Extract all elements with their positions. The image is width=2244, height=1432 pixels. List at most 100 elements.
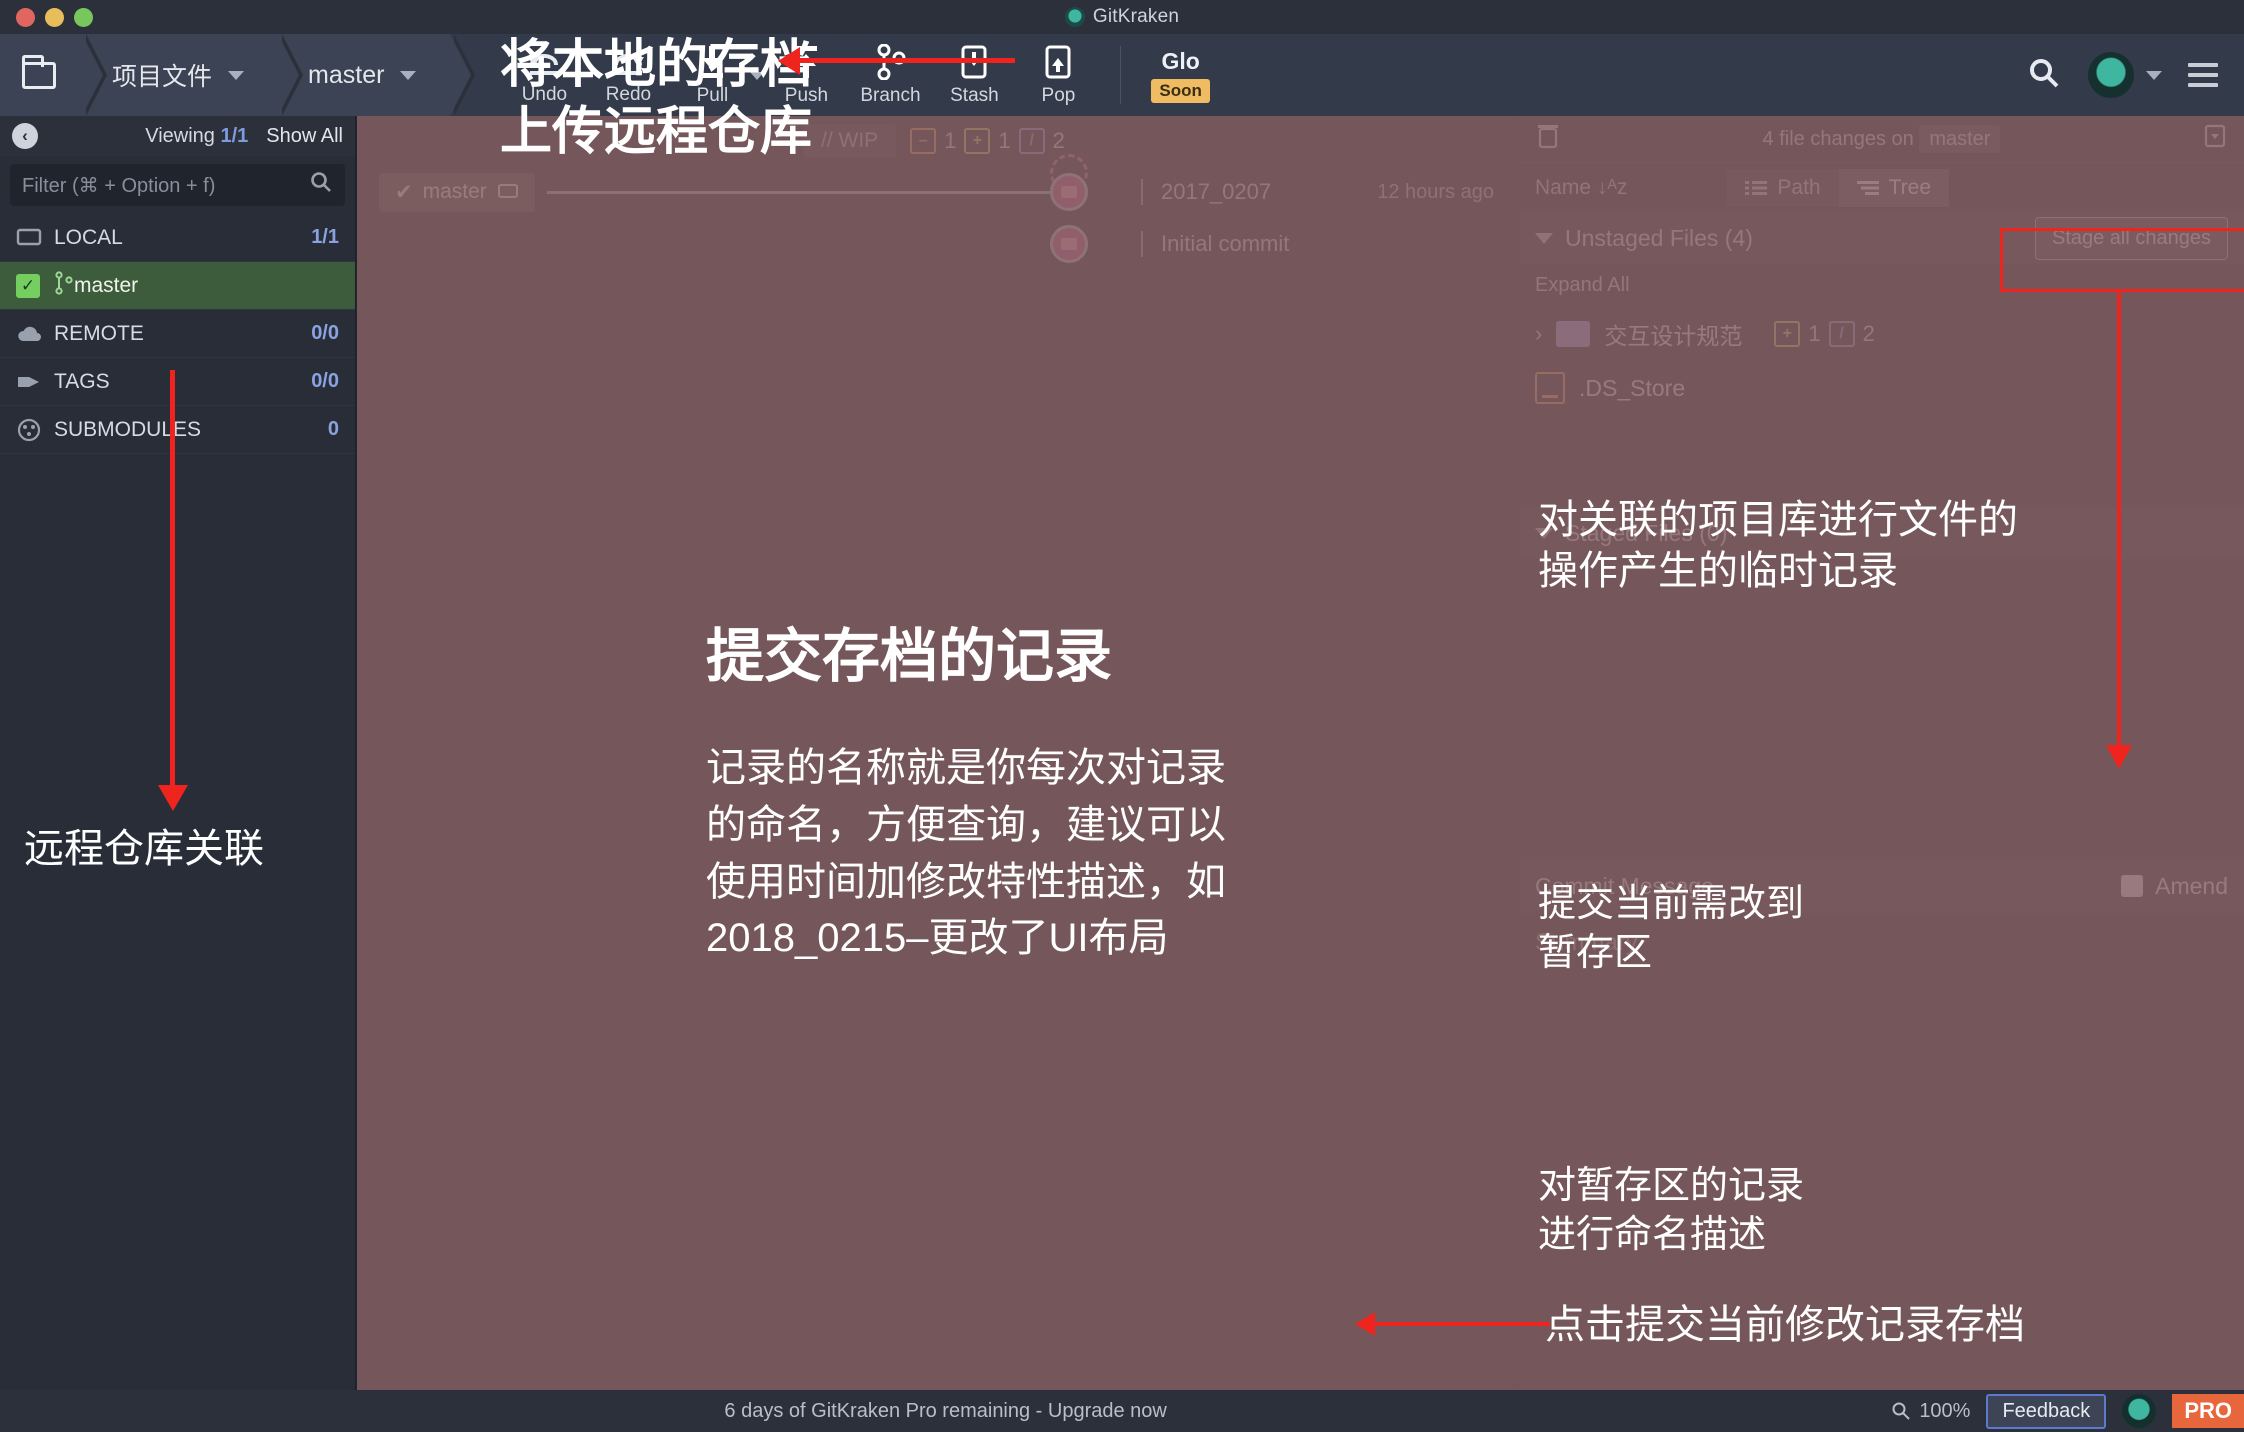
breadcrumb: 项目文件 master xyxy=(0,34,476,116)
sidebar-item-count: 0/0 xyxy=(311,370,339,392)
branch-button[interactable]: Branch xyxy=(848,34,932,116)
search-icon[interactable] xyxy=(2026,55,2062,96)
graph-connector xyxy=(547,190,1057,194)
sidebar-header: ‹ Viewing 1/1 Show All xyxy=(0,116,355,156)
repo-name-dropdown[interactable]: 项目文件 xyxy=(82,34,304,116)
repo-folder-button[interactable] xyxy=(0,34,107,116)
filter-input[interactable]: Filter (⌘ + Option + f) xyxy=(10,164,345,206)
renamed-icon: / xyxy=(1828,321,1855,347)
file-changes-branch: master xyxy=(1919,124,2001,153)
annotation-staged-note: 提交当前需改到 暂存区 xyxy=(1538,883,1805,974)
commit-row[interactable]: Initial commit xyxy=(357,218,1518,270)
file-icon xyxy=(1535,372,1565,404)
zoom-level: 100% xyxy=(1919,1399,1971,1422)
viewing-count: 1/1 xyxy=(220,124,249,147)
right-panel-header: 4 file changes on master xyxy=(1519,116,2244,162)
sidebar-item-tags[interactable]: TAGS 0/0 xyxy=(0,358,355,406)
gitkraken-window: GitKraken 项目文件 master Undo Redo Pull Pus… xyxy=(0,0,2244,1432)
file-name: .DS_Store xyxy=(1579,374,1686,401)
unstaged-files-list: Expand All › 交互设计规范 + 1 / 2 .DS_Store xyxy=(1519,264,2244,507)
monitor-icon xyxy=(497,184,518,198)
view-mode-toggle[interactable]: Path Tree xyxy=(1727,168,1949,207)
repo-name-label: 项目文件 xyxy=(112,63,213,91)
commit-node-icon xyxy=(1050,225,1088,263)
collapse-sidebar-button[interactable]: ‹ xyxy=(12,123,38,149)
wip-change-badges: – 1 + 1 / 2 xyxy=(910,128,1065,154)
file-name: 交互设计规范 xyxy=(1604,323,1743,349)
annotation-arrow-head xyxy=(158,785,188,811)
sidebar-item-count: 0/0 xyxy=(311,322,339,344)
sort-desc-icon: ↓ᴬz xyxy=(1596,175,1628,199)
amend-checkbox[interactable]: Amend xyxy=(2121,873,2228,900)
wip-label: // WIP xyxy=(803,124,897,158)
chevron-down-icon xyxy=(2146,70,2162,80)
tree-label: Tree xyxy=(1888,175,1931,199)
glo-button[interactable]: Glo Soon xyxy=(1151,48,1210,103)
sidebar-item-label: SUBMODULES xyxy=(54,417,202,441)
wip-modified-count: 1 xyxy=(944,128,957,153)
annotation-commit-message-note: 对暂存区的记录 进行命名描述 xyxy=(1538,1165,1805,1256)
viewing-label: Viewing xyxy=(145,124,215,147)
sidebar-item-master-branch[interactable]: ✓ master xyxy=(0,262,355,310)
annotation-remote-repo: 远程仓库关联 xyxy=(24,827,264,871)
commit-row[interactable]: ✔ master 2017_0207 12 hours ago xyxy=(357,154,1518,218)
annotation-arrow-line xyxy=(2117,292,2121,752)
sidebar-item-submodules[interactable]: SUBMODULES 0 xyxy=(0,406,355,454)
stash-button[interactable]: Stash xyxy=(932,34,1016,116)
commit-message: Initial commit xyxy=(1141,231,1289,257)
branch-icon xyxy=(54,270,74,301)
file-renamed-count: 2 xyxy=(1862,321,1875,346)
annotation-commit-button-note: 点击提交当前修改记录存档 xyxy=(1545,1303,2025,1347)
checkbox-icon xyxy=(2121,875,2144,897)
sidebar-item-count: 1/1 xyxy=(311,226,339,248)
show-all-button[interactable]: Show All xyxy=(266,125,343,148)
window-title-text: GitKraken xyxy=(1092,6,1180,27)
staged-files-list[interactable] xyxy=(1519,559,2244,859)
branch-dropdown[interactable]: master xyxy=(278,34,476,116)
annotation-arrow-head xyxy=(1355,1312,1375,1336)
chevron-down-icon xyxy=(400,70,417,80)
file-added-count: 1 xyxy=(1808,321,1821,346)
commit-node-icon xyxy=(1050,173,1088,211)
pro-badge: PRO xyxy=(2172,1394,2244,1428)
tab-path-view[interactable]: Path xyxy=(1727,169,1838,207)
tag-icon xyxy=(16,371,44,393)
chevron-right-icon[interactable]: › xyxy=(1535,321,1542,347)
unstaged-files-label: Unstaged Files (4) xyxy=(1565,224,1753,251)
annotation-arrow-head xyxy=(2106,745,2132,769)
tab-tree-view[interactable]: Tree xyxy=(1838,168,1949,207)
file-changes-summary: 4 file changes on master xyxy=(1573,124,2190,153)
annotation-arrow-head xyxy=(778,47,800,75)
folder-icon xyxy=(22,54,56,89)
sidebar-item-remote[interactable]: REMOTE 0/0 xyxy=(0,310,355,358)
open-in-editor-icon[interactable] xyxy=(2202,122,2228,156)
graph-branch-chip[interactable]: ✔ master xyxy=(379,172,535,212)
path-label: Path xyxy=(1777,175,1821,199)
pro-trial-message[interactable]: 6 days of GitKraken Pro remaining - Upgr… xyxy=(0,1400,1891,1423)
graph-branch-label: master xyxy=(422,180,487,203)
modified-icon: – xyxy=(910,128,937,154)
tree-icon xyxy=(1856,180,1879,195)
annotation-highlight-box xyxy=(2000,228,2244,292)
pop-button[interactable]: Pop xyxy=(1016,34,1100,116)
list-item[interactable]: › 交互设计规范 + 1 / 2 xyxy=(1519,307,2244,361)
branch-label: Branch xyxy=(860,84,921,106)
annotation-commit-record-body: 记录的名称就是你每次对记录的命名，方便查询，建议可以使用时间加修改特性描述，如2… xyxy=(706,746,1226,961)
annotation-arrow-line xyxy=(795,58,1015,63)
title-bar: GitKraken xyxy=(0,0,2244,34)
added-icon: + xyxy=(964,128,991,154)
list-item[interactable]: .DS_Store xyxy=(1519,361,2244,415)
sidebar-item-label: TAGS xyxy=(54,369,110,393)
hamburger-menu-icon[interactable] xyxy=(2188,63,2218,87)
file-changes-text: 4 file changes on xyxy=(1762,127,1914,150)
kraken-logo-icon xyxy=(2122,1394,2157,1428)
zoom-control[interactable]: 100% xyxy=(1891,1400,1970,1423)
discard-all-icon[interactable] xyxy=(1535,122,1561,156)
sort-by-name-button[interactable]: Name ↓ᴬz xyxy=(1535,176,1627,200)
stash-label: Stash xyxy=(950,84,999,106)
account-menu[interactable] xyxy=(2088,52,2162,98)
sort-label: Name xyxy=(1535,175,1592,199)
sidebar-item-local[interactable]: LOCAL 1/1 xyxy=(0,214,355,262)
feedback-button[interactable]: Feedback xyxy=(1986,1393,2107,1429)
wip-renamed-count: 2 xyxy=(1052,128,1065,153)
